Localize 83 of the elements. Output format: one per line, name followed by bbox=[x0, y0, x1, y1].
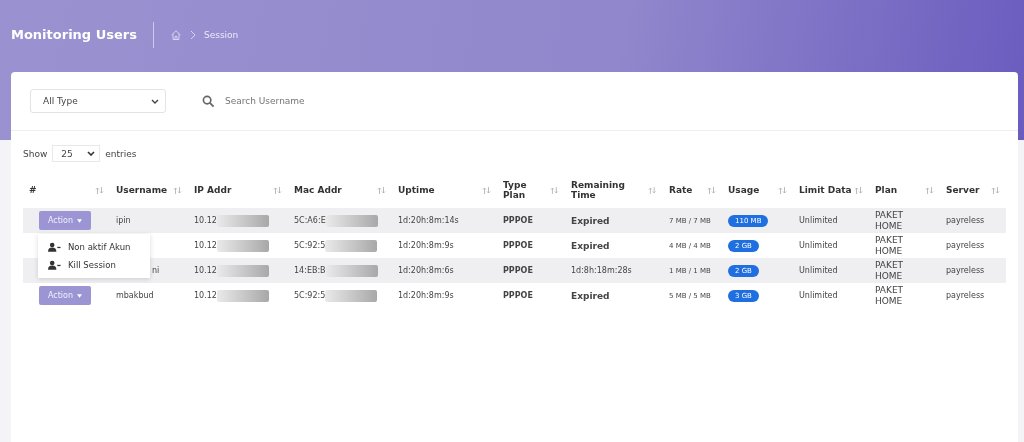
table-cell: PPPOE bbox=[503, 266, 533, 275]
table-cell-text: PAKET HOME bbox=[875, 284, 905, 307]
caret-icon bbox=[77, 293, 83, 298]
table-cell-text: PAKET HOME bbox=[875, 209, 905, 232]
sort-icon[interactable] bbox=[648, 186, 657, 194]
column-header[interactable]: # bbox=[29, 185, 37, 195]
table-cell: 5C:92:5 bbox=[294, 241, 326, 250]
table-cell: mbakbud bbox=[116, 291, 154, 300]
user-minus-icon bbox=[48, 242, 61, 252]
sort-icon[interactable] bbox=[377, 186, 386, 194]
table-cell: ipin bbox=[116, 216, 131, 225]
menu-item[interactable]: Non aktif Akun bbox=[38, 238, 150, 256]
column-header[interactable]: IP Addr bbox=[194, 185, 232, 195]
column-header[interactable]: Plan bbox=[875, 185, 898, 195]
caret-icon bbox=[77, 218, 83, 223]
table-cell: PPPOE bbox=[503, 241, 533, 250]
table-cell: Unlimited bbox=[799, 266, 838, 275]
table-cell: Unlimited bbox=[799, 216, 838, 225]
search-icon bbox=[202, 94, 215, 108]
chevron-down-icon bbox=[151, 98, 159, 104]
table-cell: 1d:8h:18m:28s bbox=[571, 266, 632, 275]
table-cell: payreless bbox=[946, 291, 985, 300]
redaction-bar bbox=[216, 289, 269, 302]
redaction-bar bbox=[216, 239, 269, 252]
page-title: Monitoring Users bbox=[11, 26, 137, 44]
table-cell: 1d:20h:8m:14s bbox=[398, 216, 459, 225]
table-cell: 5C:A6:E bbox=[294, 216, 326, 225]
table-cell: 10.12 bbox=[194, 291, 217, 300]
column-header[interactable]: Limit Data bbox=[799, 185, 852, 195]
table-cell: Expired bbox=[571, 215, 610, 226]
sort-icon[interactable] bbox=[482, 186, 491, 194]
table-cell: Unlimited bbox=[799, 241, 838, 250]
table-cell-text: ni bbox=[151, 266, 160, 275]
table-cell: 1d:20h:8m:9s bbox=[398, 241, 454, 250]
sort-icon[interactable] bbox=[778, 186, 787, 194]
column-header[interactable]: Remaining Time bbox=[571, 180, 649, 200]
column-header[interactable]: Username bbox=[116, 185, 168, 195]
table-cell: Expired bbox=[571, 240, 610, 251]
column-header[interactable]: Uptime bbox=[398, 185, 435, 195]
column-header[interactable]: Server bbox=[946, 185, 980, 195]
home-icon[interactable] bbox=[169, 29, 182, 41]
chevron-down-icon bbox=[87, 151, 96, 156]
table-cell: 14:EB:B bbox=[294, 266, 326, 275]
table-cell: 1d:20h:8m:6s bbox=[398, 266, 454, 275]
table-cell: payreless bbox=[946, 266, 985, 275]
redaction-bar bbox=[325, 264, 378, 277]
redaction-bar bbox=[325, 289, 378, 302]
table-cell: 10.12 bbox=[194, 216, 217, 225]
table-cell: PPPOE bbox=[503, 291, 533, 300]
table-cell-text: PAKET HOME bbox=[875, 259, 905, 282]
menu-item[interactable]: Kill Session bbox=[38, 256, 150, 274]
redaction-bar bbox=[325, 239, 378, 252]
sort-icon[interactable] bbox=[991, 186, 1000, 194]
column-header[interactable]: Rate bbox=[669, 185, 693, 195]
entries-select[interactable]: 25 bbox=[52, 145, 101, 162]
redaction-bar bbox=[216, 214, 269, 227]
table-cell: 10.12 bbox=[194, 241, 217, 250]
entries-label: entries bbox=[105, 148, 137, 159]
column-header[interactable]: Usage bbox=[728, 185, 760, 195]
type-select[interactable]: All Type bbox=[30, 89, 166, 113]
table-cell: Unlimited bbox=[799, 291, 838, 300]
sort-icon[interactable] bbox=[854, 186, 863, 194]
table-cell: payreless bbox=[946, 241, 985, 250]
table-cell: 5C:92:5 bbox=[294, 291, 326, 300]
table-cell: 1d:20h:8m:9s bbox=[398, 291, 454, 300]
sort-icon[interactable] bbox=[173, 186, 182, 194]
redaction-bar bbox=[216, 264, 269, 277]
sort-icon[interactable] bbox=[95, 186, 104, 194]
table-cell: PPPOE bbox=[503, 216, 533, 225]
chevron-icon bbox=[189, 30, 196, 40]
table-cell: payreless bbox=[946, 216, 985, 225]
table-cell: 10.12 bbox=[194, 266, 217, 275]
table-cell: Expired bbox=[571, 290, 610, 301]
sort-icon[interactable] bbox=[707, 186, 716, 194]
show-label: Show bbox=[23, 148, 48, 159]
sort-icon[interactable] bbox=[925, 186, 934, 194]
sort-icon[interactable] bbox=[550, 186, 559, 194]
table-cell-text: PAKET HOME bbox=[875, 234, 905, 257]
column-header[interactable]: Mac Addr bbox=[294, 185, 342, 195]
column-header[interactable]: Type Plan bbox=[503, 180, 551, 200]
user-minus-icon bbox=[48, 260, 61, 270]
redaction-bar bbox=[325, 214, 378, 227]
sort-icon[interactable] bbox=[273, 186, 282, 194]
